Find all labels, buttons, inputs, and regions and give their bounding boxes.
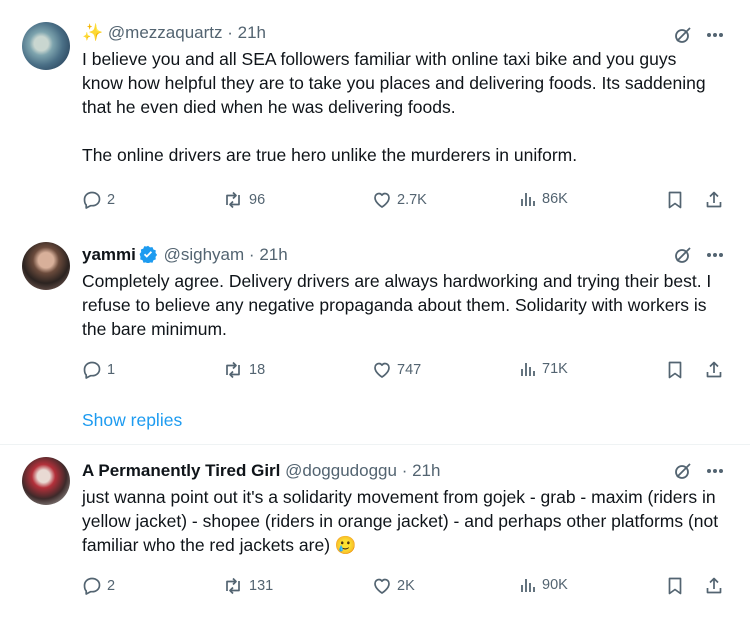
views-icon bbox=[521, 363, 535, 376]
reply-count: 2 bbox=[107, 192, 116, 208]
sparkle-icon: ✨ bbox=[82, 23, 104, 42]
more-icon[interactable] bbox=[706, 468, 724, 474]
tweet-text: Completely agree. Delivery drivers are a… bbox=[82, 269, 722, 341]
tweet-text: I believe you and all SEA followers fami… bbox=[82, 47, 722, 167]
grok-icon[interactable] bbox=[674, 462, 692, 480]
reply-icon bbox=[83, 191, 101, 209]
tweet-paragraph: Completely agree. Delivery drivers are a… bbox=[82, 271, 712, 339]
repost-button[interactable]: 131 bbox=[222, 576, 273, 596]
like-button[interactable]: 2K bbox=[372, 576, 415, 596]
bookmark-icon[interactable] bbox=[666, 576, 684, 596]
display-name[interactable]: yammi bbox=[82, 245, 136, 264]
heart-icon bbox=[374, 192, 390, 208]
grok-icon[interactable] bbox=[674, 246, 692, 264]
grok-icon[interactable] bbox=[674, 26, 692, 44]
action-bar: 2 131 2K 90K bbox=[82, 576, 732, 602]
reply-button[interactable]: 2 bbox=[82, 576, 115, 596]
avatar[interactable] bbox=[22, 22, 70, 70]
repost-count: 18 bbox=[249, 362, 266, 378]
share-icon[interactable] bbox=[704, 576, 724, 596]
separator: · bbox=[248, 245, 255, 264]
more-icon[interactable] bbox=[706, 252, 724, 258]
views-button[interactable]: 71K bbox=[519, 360, 568, 378]
timestamp[interactable]: 21h bbox=[238, 23, 266, 42]
reply-button[interactable]: 1 bbox=[82, 360, 115, 380]
reply-button[interactable]: 2 bbox=[82, 190, 115, 210]
like-count: 2K bbox=[397, 578, 415, 594]
separator: · bbox=[401, 461, 408, 480]
repost-button[interactable]: 18 bbox=[222, 360, 265, 380]
timestamp[interactable]: 21h bbox=[259, 245, 287, 264]
views-icon bbox=[521, 193, 535, 206]
reply-icon bbox=[83, 577, 101, 595]
handle[interactable]: @doggudoggu bbox=[285, 461, 397, 480]
tweet-header: A Permanently Tired Girl @doggudoggu · 2… bbox=[82, 460, 440, 482]
views-count: 90K bbox=[542, 577, 568, 593]
handle[interactable]: @mezzaquartz bbox=[108, 23, 223, 42]
handle[interactable]: @sighyam bbox=[164, 245, 245, 264]
tweet-paragraph: The online drivers are true hero unlike … bbox=[82, 145, 578, 165]
action-bar: 2 96 2.7K 86K bbox=[82, 190, 732, 216]
bookmark-icon[interactable] bbox=[666, 190, 684, 210]
repost-icon bbox=[226, 191, 240, 209]
avatar[interactable] bbox=[22, 457, 70, 505]
heart-icon bbox=[374, 362, 390, 378]
tweet-top-icons bbox=[674, 246, 724, 264]
separator: · bbox=[227, 23, 233, 42]
like-count: 2.7K bbox=[397, 192, 427, 208]
tweet-header: yammi @sighyam · 21h bbox=[82, 244, 288, 266]
share-icon[interactable] bbox=[704, 360, 724, 380]
views-count: 86K bbox=[542, 191, 568, 207]
tweet-1: ✨ @mezzaquartz · 21h I believe you and a… bbox=[0, 0, 750, 230]
tweet-paragraph: just wanna point out it's a solidarity m… bbox=[82, 487, 719, 555]
repost-icon bbox=[226, 577, 240, 595]
timestamp[interactable]: 21h bbox=[412, 461, 440, 480]
show-replies-link[interactable]: Show replies bbox=[82, 410, 182, 431]
like-button[interactable]: 747 bbox=[372, 360, 421, 380]
like-button[interactable]: 2.7K bbox=[372, 190, 427, 210]
like-count: 747 bbox=[397, 362, 422, 378]
avatar[interactable] bbox=[22, 242, 70, 290]
tweet-paragraph: I believe you and all SEA followers fami… bbox=[82, 49, 706, 117]
views-icon bbox=[521, 579, 535, 592]
reply-count: 1 bbox=[107, 362, 116, 378]
tweet-top-icons bbox=[674, 462, 724, 480]
tweet-top-icons bbox=[674, 26, 724, 44]
tweet-header: ✨ @mezzaquartz · 21h bbox=[82, 22, 266, 44]
bookmark-icon[interactable] bbox=[666, 360, 684, 380]
share-icon[interactable] bbox=[704, 190, 724, 210]
action-bar: 1 18 747 71K bbox=[82, 360, 732, 386]
repost-icon bbox=[226, 361, 240, 379]
reply-icon bbox=[83, 361, 101, 379]
views-button[interactable]: 90K bbox=[519, 576, 568, 594]
views-count: 71K bbox=[542, 361, 568, 377]
repost-button[interactable]: 96 bbox=[222, 190, 265, 210]
display-name[interactable]: A Permanently Tired Girl bbox=[82, 461, 280, 480]
reply-count: 2 bbox=[107, 578, 116, 594]
repost-count: 96 bbox=[249, 192, 266, 208]
more-icon[interactable] bbox=[706, 32, 724, 38]
heart-icon bbox=[374, 578, 390, 594]
verified-badge-icon bbox=[139, 245, 157, 263]
repost-count: 131 bbox=[249, 578, 274, 594]
views-button[interactable]: 86K bbox=[519, 190, 568, 208]
tweet-3: A Permanently Tired Girl @doggudoggu · 2… bbox=[0, 445, 750, 620]
tweet-text: just wanna point out it's a solidarity m… bbox=[82, 485, 722, 557]
